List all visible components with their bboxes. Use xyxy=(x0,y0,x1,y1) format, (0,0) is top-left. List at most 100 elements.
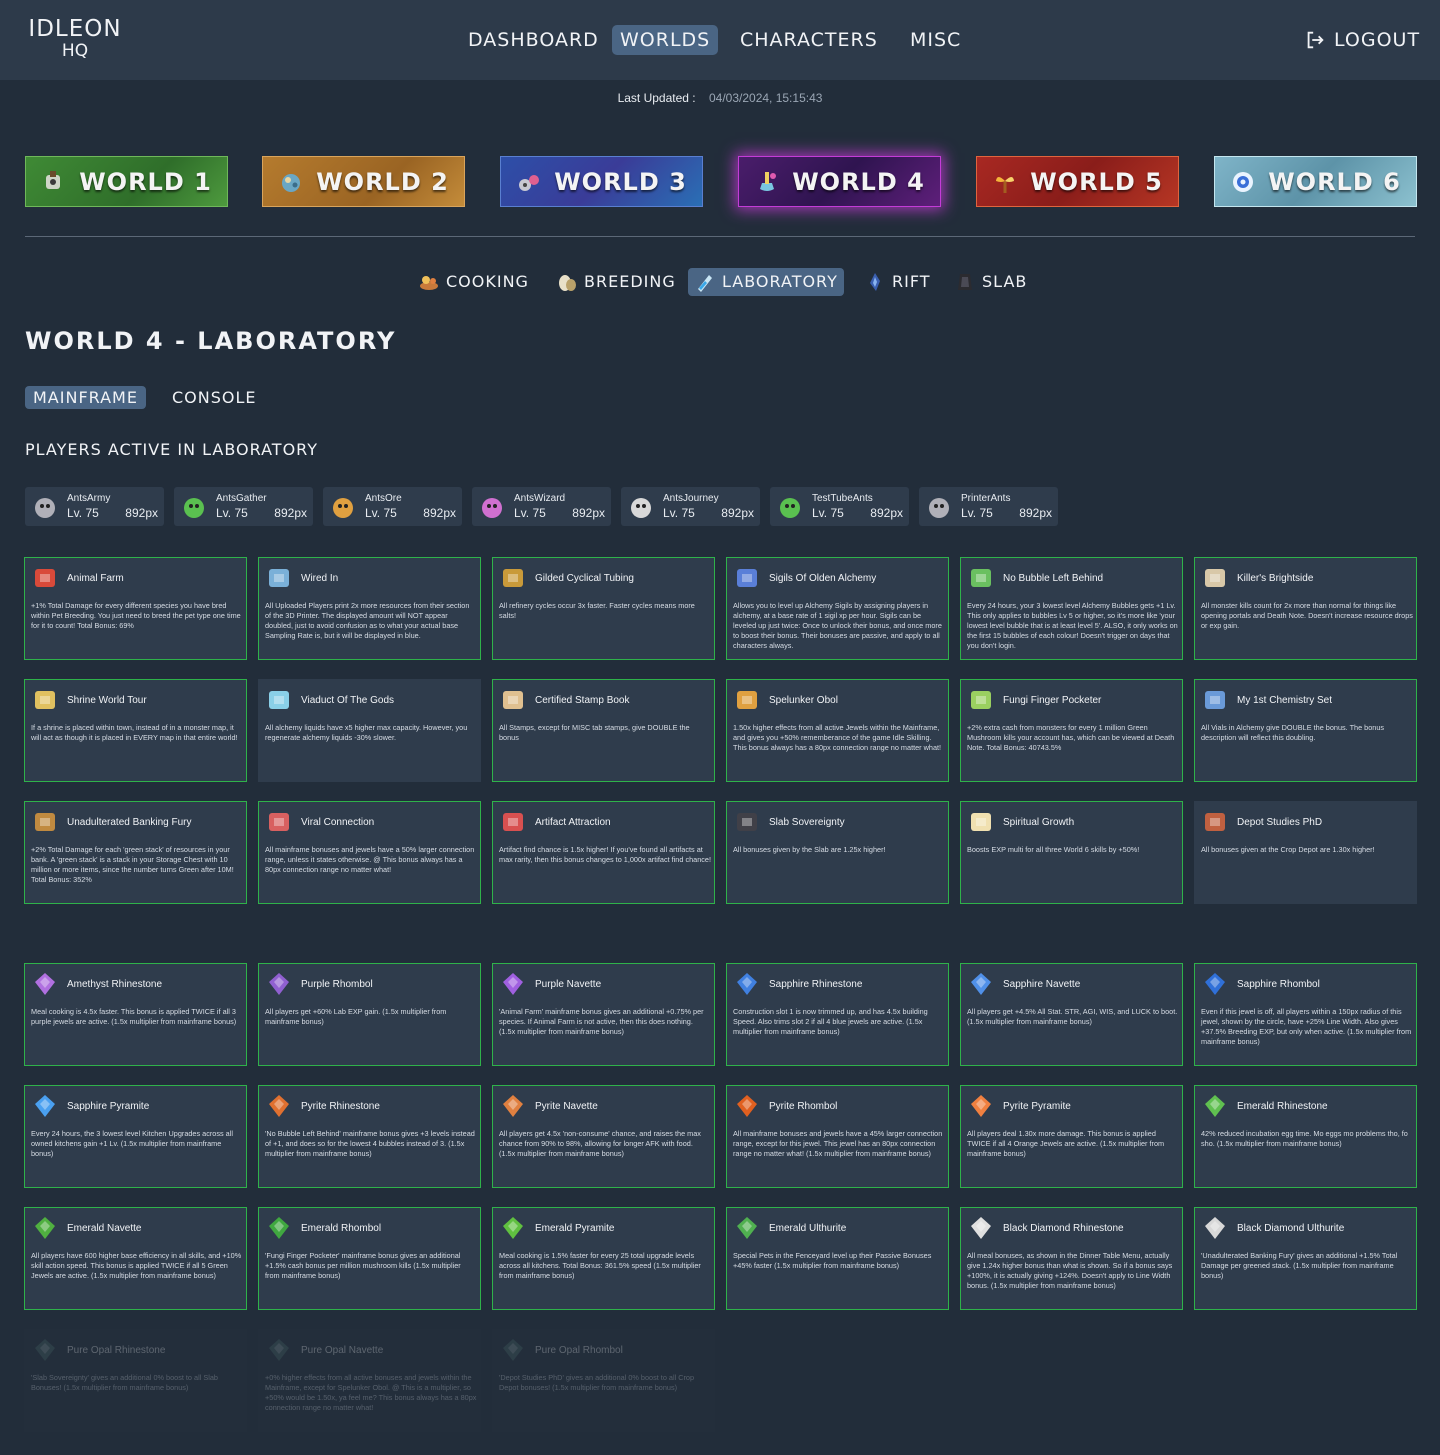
logout-button[interactable]: LOGOUT xyxy=(1304,25,1420,55)
tab-laboratory[interactable]: LABORATORY xyxy=(688,268,844,296)
logo[interactable]: IDLEON HQ xyxy=(25,18,125,60)
player-avatar-icon xyxy=(333,498,353,518)
tab-console[interactable]: CONSOLE xyxy=(164,386,265,409)
mainframe-bonus-card[interactable]: Gilded Cyclical Tubing All refinery cycle… xyxy=(492,557,715,660)
mainframe-bonus-card[interactable]: Certified Stamp Book All Stamps, except f… xyxy=(492,679,715,782)
mainframe-bonus-card[interactable]: Animal Farm +1% Total Damage for every di… xyxy=(24,557,247,660)
jewel-card[interactable]: Pyrite Rhinestone 'No Bubble Left Behind'… xyxy=(258,1085,481,1188)
mainframe-bonus-card[interactable]: Slab Sovereignty All bonuses given by the… xyxy=(726,801,949,904)
card-description: Every 24 hours, your 3 lowest level Alch… xyxy=(967,601,1178,650)
jewel-card[interactable]: Black Diamond Rhinestone All meal bonuses… xyxy=(960,1207,1183,1310)
jewel-icon xyxy=(269,1095,289,1117)
player-px: 892px xyxy=(870,506,903,520)
jewel-card[interactable]: Emerald Rhinestone 42% reduced incubation… xyxy=(1194,1085,1417,1188)
mainframe-bonus-card[interactable]: Viaduct Of The Gods All alchemy liquids h… xyxy=(258,679,481,782)
tab-breeding[interactable]: BREEDING xyxy=(550,268,682,296)
mainframe-bonus-card[interactable]: Depot Studies PhD All bonuses given at th… xyxy=(1194,801,1417,904)
world-4-icon xyxy=(760,171,777,191)
player-card: AntsJourney Lv. 75 892px xyxy=(621,487,760,526)
tab-cooking-label: COOKING xyxy=(446,272,529,291)
mainframe-bonus-card[interactable]: Wired In All Uploaded Players print 2x mo… xyxy=(258,557,481,660)
player-name: PrinterAnts xyxy=(961,493,1011,504)
mainframe-bonus-card[interactable]: No Bubble Left Behind Every 24 hours, you… xyxy=(960,557,1183,660)
mainframe-bonus-card[interactable]: My 1st Chemistry Set All Vials in Alchemy… xyxy=(1194,679,1417,782)
jewel-card[interactable]: Black Diamond Ulthurite 'Unadulterated Ba… xyxy=(1194,1207,1417,1310)
card-title: Pyrite Rhinestone xyxy=(301,1101,380,1112)
card-description: Allows you to level up Alchemy Sigils by… xyxy=(733,601,942,650)
card-description: All bonuses given at the Crop Depot are … xyxy=(1201,845,1375,854)
logout-label: LOGOUT xyxy=(1334,29,1421,51)
jewel-card[interactable]: Purple Navette 'Animal Farm' mainframe bo… xyxy=(492,963,715,1066)
jewel-card[interactable]: Emerald Pyramite Meal cooking is 1.5% fas… xyxy=(492,1207,715,1310)
tab-rift[interactable]: RIFT xyxy=(858,268,937,296)
nav-worlds[interactable]: WORLDS xyxy=(612,25,719,55)
mainframe-bonus-card[interactable]: Killer's Brightside All monster kills cou… xyxy=(1194,557,1417,660)
player-avatar-icon xyxy=(631,498,651,518)
player-avatar-icon xyxy=(184,498,204,518)
nav-characters[interactable]: CHARACTERS xyxy=(732,25,886,55)
nav-dashboard[interactable]: DASHBOARD xyxy=(460,25,607,55)
world-2-button[interactable]: WORLD 2 xyxy=(262,156,465,207)
card-description: All monster kills count for 2x more than… xyxy=(1201,601,1413,630)
tab-rift-label: RIFT xyxy=(892,272,931,291)
card-title: Gilded Cyclical Tubing xyxy=(535,573,634,584)
jewel-card[interactable]: Purple Rhombol All players get +60% Lab E… xyxy=(258,963,481,1066)
jewel-card[interactable]: Sapphire Rhombol Even if this jewel is of… xyxy=(1194,963,1417,1066)
breeding-icon xyxy=(559,275,576,291)
jewel-card[interactable]: Sapphire Rhinestone Construction slot 1 i… xyxy=(726,963,949,1066)
jewel-card[interactable]: Amethyst Rhinestone Meal cooking is 4.5x … xyxy=(24,963,247,1066)
jewel-card[interactable]: Pyrite Navette All players get 4.5x 'non-… xyxy=(492,1085,715,1188)
logo-title: IDLEON xyxy=(28,16,122,42)
world-3-icon xyxy=(519,174,540,191)
mainframe-bonus-card[interactable]: Spelunker Obol 1.50x higher effects from … xyxy=(726,679,949,782)
mainframe-bonus-card[interactable]: Spiritual Growth Boosts EXP multi for all… xyxy=(960,801,1183,904)
world-1-label: WORLD 1 xyxy=(79,167,212,196)
mainframe-bonus-card[interactable]: Viral Connection All mainframe bonuses an… xyxy=(258,801,481,904)
jewel-icon xyxy=(1205,1217,1225,1239)
card-description: 'Unadulterated Banking Fury' gives an ad… xyxy=(1201,1251,1398,1280)
jewel-card[interactable]: Pyrite Pyramite All players deal 1.30x mo… xyxy=(960,1085,1183,1188)
tab-mainframe[interactable]: MAINFRAME xyxy=(25,386,146,409)
tab-slab[interactable]: SLAB xyxy=(948,268,1033,296)
card-description: +2% Total Damage for each 'green stack' … xyxy=(31,845,234,884)
world-5-button[interactable]: WORLD 5 xyxy=(976,156,1179,207)
bonus-icon xyxy=(737,569,757,587)
player-card: PrinterAnts Lv. 75 892px xyxy=(919,487,1058,526)
jewel-card[interactable]: Emerald Navette All players have 600 high… xyxy=(24,1207,247,1310)
logo-subtitle: HQ xyxy=(61,41,89,61)
mainframe-bonus-card[interactable]: Shrine World Tour If a shrine is placed w… xyxy=(24,679,247,782)
card-title: Shrine World Tour xyxy=(67,695,147,706)
card-title: Pyrite Rhombol xyxy=(769,1101,838,1112)
mainframe-bonus-card[interactable]: Artifact Attraction Artifact find chance … xyxy=(492,801,715,904)
mainframe-bonus-card[interactable]: Sigils Of Olden Alchemy Allows you to lev… xyxy=(726,557,949,660)
jewel-card[interactable]: Sapphire Pyramite Every 24 hours, the 3 l… xyxy=(24,1085,247,1188)
world-3-label: WORLD 3 xyxy=(554,167,687,196)
jewel-card[interactable]: Pure Opal Rhinestone 'Slab Sovereignty' g… xyxy=(24,1329,247,1432)
card-description: All alchemy liquids have x5 higher max c… xyxy=(265,723,468,742)
jewel-card[interactable]: Sapphire Navette All players get +4.5% Al… xyxy=(960,963,1183,1066)
card-description: 'Fungi Finger Pocketer' mainframe bonus … xyxy=(265,1251,461,1280)
jewel-card[interactable]: Pure Opal Navette +0% higher effects from… xyxy=(258,1329,481,1432)
jewel-card[interactable]: Pure Opal Rhombol 'Depot Studies PhD' giv… xyxy=(492,1329,715,1432)
card-description: All mainframe bonuses and jewels have a … xyxy=(733,1129,943,1158)
world-1-button[interactable]: WORLD 1 xyxy=(25,156,228,207)
world-4-button[interactable]: WORLD 4 xyxy=(738,156,941,207)
nav-misc[interactable]: MISC xyxy=(902,25,969,55)
player-level: Lv. 75 xyxy=(365,506,397,520)
tab-breeding-label: BREEDING xyxy=(584,272,676,291)
world-3-button[interactable]: WORLD 3 xyxy=(500,156,703,207)
jewel-card[interactable]: Emerald Rhombol 'Fungi Finger Pocketer' m… xyxy=(258,1207,481,1310)
card-title: Wired In xyxy=(301,573,339,584)
card-description: All players get +4.5% All Stat. STR, AGI… xyxy=(967,1007,1178,1026)
jewel-icon xyxy=(503,1217,523,1239)
tab-cooking[interactable]: COOKING xyxy=(412,268,535,296)
world-1-icon xyxy=(46,170,61,189)
jewel-card[interactable]: Pyrite Rhombol All mainframe bonuses and … xyxy=(726,1085,949,1188)
mainframe-bonus-card[interactable]: Fungi Finger Pocketer +2% extra cash from… xyxy=(960,679,1183,782)
bonus-icon xyxy=(35,569,55,587)
world-6-button[interactable]: WORLD 6 xyxy=(1214,156,1417,207)
mainframe-bonus-card[interactable]: Unadulterated Banking Fury +2% Total Dama… xyxy=(24,801,247,904)
jewel-card[interactable]: Emerald Ulthurite Special Pets in the Fen… xyxy=(726,1207,949,1310)
jewel-icon xyxy=(269,1217,289,1239)
card-description: 'Slab Sovereignty' gives an additional 0… xyxy=(31,1373,218,1392)
